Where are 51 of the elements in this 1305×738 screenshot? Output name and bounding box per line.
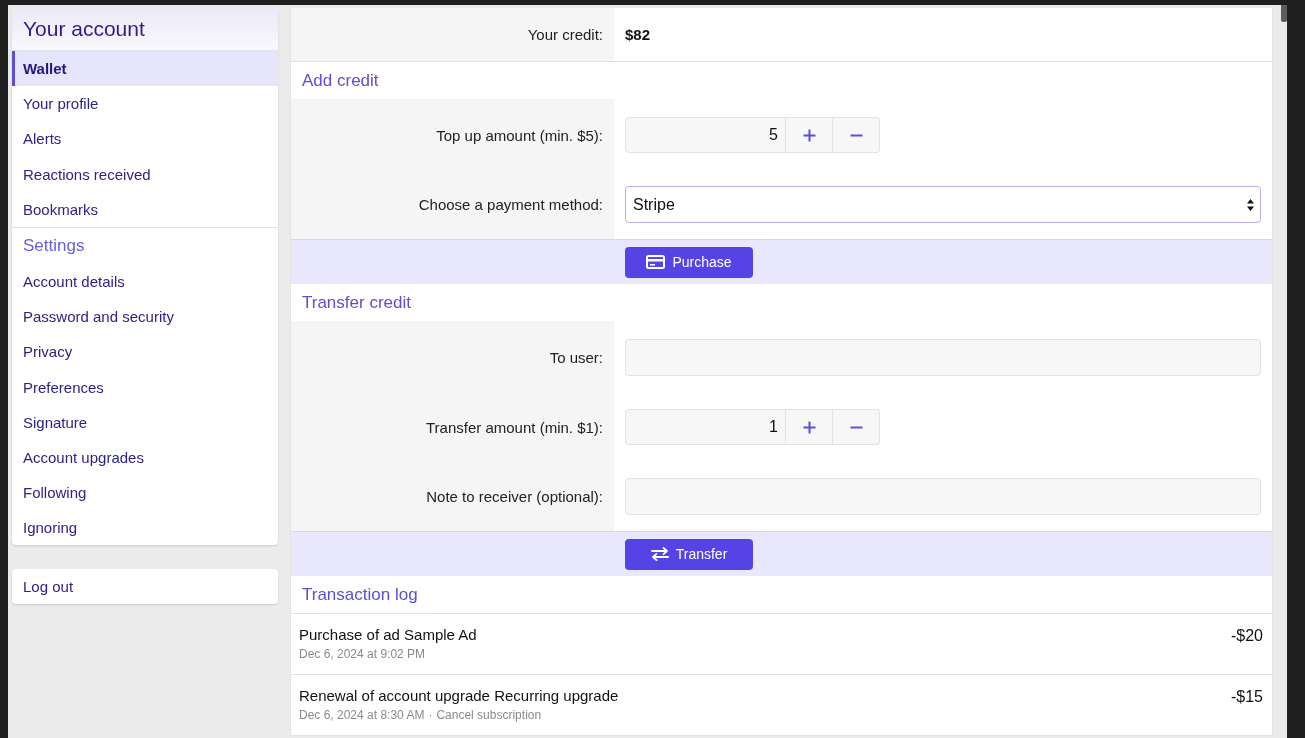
sidebar-title: Your account — [12, 8, 278, 51]
field-label: Note to receiver (optional): — [426, 488, 603, 505]
section-heading: Transaction log — [302, 584, 418, 605]
scrollbar-thumb[interactable] — [1281, 5, 1287, 22]
decrease-button[interactable] — [833, 117, 880, 153]
cancel-subscription-link[interactable]: Cancel subscription — [436, 708, 542, 722]
transfer-button[interactable]: Transfer — [625, 538, 753, 570]
text-field[interactable] — [625, 478, 1261, 515]
text-field[interactable] — [625, 339, 1261, 376]
sidebar-item[interactable]: Signature — [12, 404, 278, 440]
amount-field[interactable]: 5 — [625, 117, 786, 153]
credit-value: $82 — [625, 26, 651, 43]
sidebar-item[interactable]: Ignoring — [12, 510, 278, 546]
sidebar-item[interactable]: Alerts — [12, 121, 278, 157]
transaction-date: Dec 6, 2024 at 9:02 PM — [299, 647, 426, 661]
transaction-amount: -$20 — [1230, 626, 1263, 645]
transaction-title: Purchase of ad Sample Ad — [299, 626, 477, 643]
logout-link[interactable]: Log out — [12, 569, 278, 605]
payment-method-select[interactable]: Stripe — [625, 186, 1261, 223]
purchase-button[interactable]: Purchase — [625, 246, 753, 278]
section-heading: Settings — [12, 226, 278, 264]
sidebar-item[interactable]: Reactions received — [12, 156, 278, 192]
decrease-button[interactable] — [833, 409, 880, 445]
sidebar-item[interactable]: Password and security — [12, 299, 278, 335]
section-heading: Transfer credit — [302, 292, 411, 313]
up-down-caret-icon — [1247, 198, 1254, 211]
field-label: Choose a payment method: — [418, 196, 603, 213]
plus-icon — [802, 128, 816, 142]
sidebar-item[interactable]: Privacy — [12, 334, 278, 370]
sidebar-item[interactable]: Bookmarks — [12, 191, 278, 227]
transaction-amount: -$15 — [1230, 687, 1263, 706]
section-heading: Add credit — [302, 70, 379, 91]
field-label: To user: — [549, 349, 603, 366]
transaction-title: Renewal of account upgrade Recurring upgrade — [299, 687, 619, 704]
sidebar-item[interactable]: Account details — [12, 263, 278, 300]
separator-dot: · — [428, 708, 433, 722]
increase-button[interactable] — [786, 409, 833, 445]
sidebar-item[interactable]: Preferences — [12, 369, 278, 405]
field-label: Transfer amount (min. $1): — [426, 418, 603, 436]
sidebar-item[interactable]: Following — [12, 475, 278, 511]
sidebar-item[interactable]: Account upgrades — [12, 439, 278, 476]
transaction-date: Dec 6, 2024 at 8:30 AM — [299, 708, 425, 722]
increase-button[interactable] — [786, 117, 833, 153]
field-label: Top up amount (min. $5): — [436, 126, 603, 144]
credit-label: Your credit: — [527, 26, 603, 43]
sidebar-item[interactable]: Your profile — [12, 86, 278, 122]
amount-field[interactable]: 1 — [625, 409, 786, 445]
swap-arrows-icon — [650, 547, 669, 561]
sidebar-item[interactable]: Wallet — [12, 51, 278, 87]
plus-icon — [802, 420, 816, 434]
credit-card-icon — [646, 255, 666, 269]
